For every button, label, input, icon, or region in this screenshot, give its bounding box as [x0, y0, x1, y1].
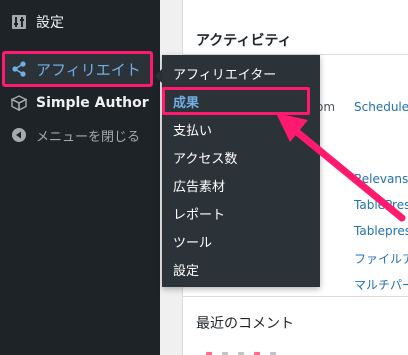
recent-comments-heading: 最近のコメント — [196, 316, 294, 332]
submenu-item-referrals[interactable]: 成果 — [162, 87, 310, 115]
submenu-item-affiliates[interactable]: アフィリエイター — [162, 59, 320, 87]
collapse-menu-button[interactable]: メニューを閉じる — [0, 118, 160, 152]
sidebar-item-affiliate[interactable]: アフィリエイト — [2, 51, 153, 87]
submenu-item-visits[interactable]: アクセス数 — [162, 143, 320, 171]
activity-link[interactable]: マルチパー — [354, 276, 408, 293]
admin-sidebar: 設定 アフィリエイト Simple Author メニューを閉じる — [0, 0, 160, 355]
activity-link[interactable]: Tablepres — [354, 224, 408, 238]
sidebar-item-label: Simple Author — [36, 95, 149, 111]
share-icon — [10, 60, 28, 78]
sidebar-item-label: アフィリエイト — [36, 60, 141, 79]
submenu-item-creatives[interactable]: 広告素材 — [162, 171, 320, 199]
affiliate-submenu: アフィリエイター 成果 支払い アクセス数 広告素材 レポート ツール 設定 — [162, 55, 320, 287]
cropped-comment-row — [206, 346, 386, 355]
collapse-arrow-icon — [10, 126, 28, 144]
scheduled-link[interactable]: Schedule — [354, 100, 408, 114]
submenu-item-reports[interactable]: レポート — [162, 199, 320, 227]
sidebar-item-label: 設定 — [36, 15, 64, 31]
activity-link[interactable]: TablePres — [354, 198, 408, 212]
sidebar-item-simple-author[interactable]: Simple Author — [0, 86, 160, 120]
sidebar-item-label: メニューを閉じる — [36, 129, 141, 145]
box-icon — [10, 94, 28, 112]
submenu-item-payouts[interactable]: 支払い — [162, 115, 320, 143]
submenu-item-settings[interactable]: 設定 — [162, 255, 320, 283]
divider — [183, 296, 408, 297]
sidebar-item-settings[interactable]: 設定 — [0, 5, 160, 39]
settings-sliders-icon — [10, 13, 28, 31]
submenu-item-tools[interactable]: ツール — [162, 227, 320, 255]
card-title: アクティビティ — [196, 33, 292, 49]
activity-link[interactable]: Relevans — [354, 172, 408, 186]
activity-link[interactable]: ファイルア — [354, 250, 408, 267]
